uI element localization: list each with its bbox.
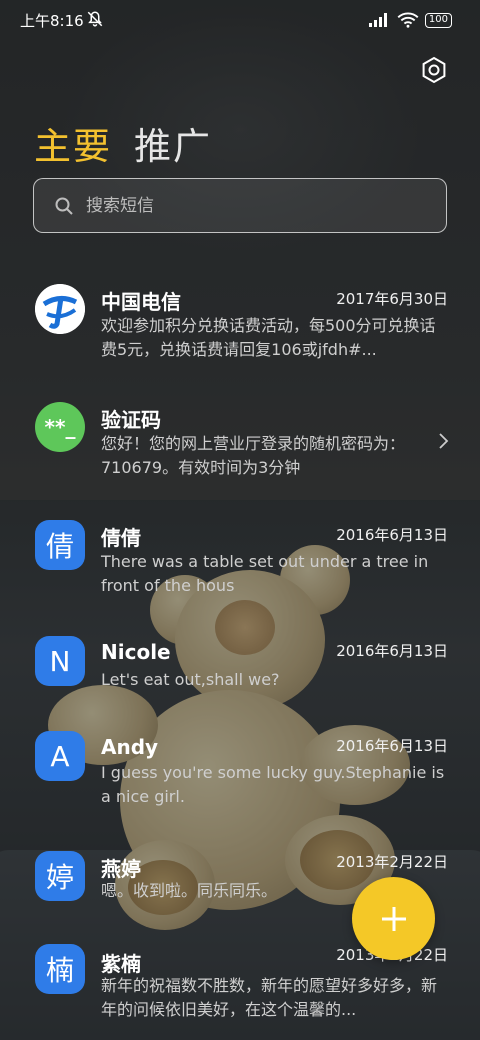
conversation-name: 倩倩 [101,526,141,550]
conversation-date: 2016年6月13日 [336,737,448,755]
conversation-date: 2013年2月22日 [336,853,448,871]
hexagon-settings-icon[interactable] [420,56,448,84]
conversation-preview: 欢迎参加积分兑换话费活动，每500分可兑换话费5元，兑换话费请回复106或jfd… [101,316,436,359]
conversation-name: 紫楠 [101,952,141,976]
conversation-item[interactable]: A Andy 2016年6月13日 I guess you're some lu… [0,731,480,831]
avatar: A [35,731,85,781]
avatar: 婷 [35,851,85,901]
conversation-preview: 您好！您的网上营业厅登录的随机密码为：710679。有效时间为3分钟 [101,434,406,477]
search-box[interactable] [33,178,447,233]
conversation-item[interactable]: N Nicole 2016年6月13日 Let's eat out,shall … [0,636,480,716]
conversation-date: 2016年6月13日 [336,642,448,660]
conversation-name: 燕婷 [101,857,141,881]
conversation-preview: 新年的祝福数不胜数，新年的愿望好多好多，新年的问候依旧美好，在这个温馨的... [101,976,438,1019]
china-telecom-logo [35,284,85,334]
plus-icon [381,906,406,931]
avatar: N [35,636,85,686]
signal-bars-icon [368,13,387,27]
new-message-button[interactable] [352,877,435,960]
bell-off-icon [87,11,103,27]
conversation-preview: I guess you're some lucky guy.Stephanie … [101,763,445,806]
wifi-icon [397,12,419,28]
conversation-date: 2017年6月30日 [336,290,448,308]
tab-bar: 主要 推广 [34,116,212,170]
conversation-item[interactable]: 倩 倩倩 2016年6月13日 There was a table set ou… [0,520,480,620]
conversation-name: 验证码 [101,408,161,432]
conversation-preview: There was a table set out under a tree i… [101,552,429,595]
avatar: 楠 [35,944,85,994]
conversation-name: 中国电信 [101,290,181,314]
conversation-name: Nicole [101,640,171,664]
status-bar: 上午8:16 100 [0,0,480,40]
avatar: 倩 [35,520,85,570]
search-icon [55,197,73,215]
conversation-item[interactable]: 楠 紫楠 2013年2月22日 新年的祝福数不胜数，新年的愿望好多好多，新年的问… [0,944,480,1040]
search-input[interactable] [86,195,406,216]
status-time: 上午8:16 [20,12,84,30]
tab-primary[interactable]: 主要 [34,116,112,170]
conversation-preview: Let's eat out,shall we? [101,670,280,689]
tab-promotions[interactable]: 推广 [134,116,212,170]
avatar: **_ [35,402,85,452]
battery-indicator: 100 [424,12,452,28]
chevron-right-icon [439,433,449,449]
conversation-item[interactable]: **_ 验证码 您好！您的网上营业厅登录的随机密码为：710679。有效时间为3… [0,402,480,502]
conversation-name: Andy [101,735,159,759]
conversation-item[interactable]: 中国电信 2017年6月30日 欢迎参加积分兑换话费活动，每500分可兑换话费5… [0,284,480,394]
conversation-date: 2016年6月13日 [336,526,448,544]
